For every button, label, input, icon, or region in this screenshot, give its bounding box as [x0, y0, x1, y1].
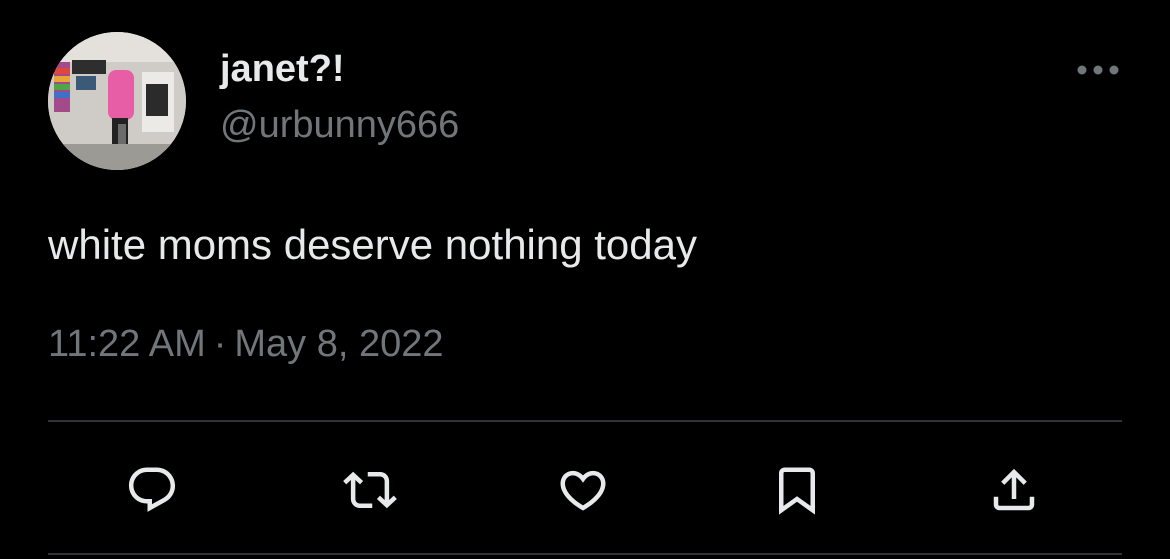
heart-icon: [560, 470, 606, 511]
tweet-timestamp[interactable]: 11:22 AM · May 8, 2022: [48, 322, 444, 368]
avatar[interactable]: [48, 32, 186, 170]
avatar-image: [48, 32, 186, 170]
retweet-button[interactable]: [338, 458, 402, 522]
divider: [48, 420, 1122, 422]
reply-icon: [128, 467, 176, 512]
bookmark-icon: [779, 467, 815, 515]
tweet-time: 11:22 AM: [48, 323, 206, 365]
bookmark-button[interactable]: [765, 458, 829, 522]
user-handle[interactable]: @urbunny666: [220, 104, 459, 148]
tweet-card: janet?! @urbunny666 white moms deserve n…: [0, 0, 1170, 559]
tweet-text: white moms deserve nothing today: [48, 221, 698, 268]
more-options-button[interactable]: [1070, 52, 1126, 88]
share-button[interactable]: [982, 458, 1046, 522]
share-icon: [993, 468, 1035, 511]
retweet-icon: [343, 471, 397, 509]
reply-button[interactable]: [120, 458, 184, 522]
timestamp-separator: ·: [213, 323, 227, 365]
tweet-date: May 8, 2022: [234, 323, 444, 365]
like-button[interactable]: [551, 458, 615, 522]
display-name[interactable]: janet?!: [220, 48, 345, 92]
action-bar: [48, 450, 1122, 530]
divider: [48, 553, 1122, 555]
more-options-icon: [1077, 65, 1119, 75]
